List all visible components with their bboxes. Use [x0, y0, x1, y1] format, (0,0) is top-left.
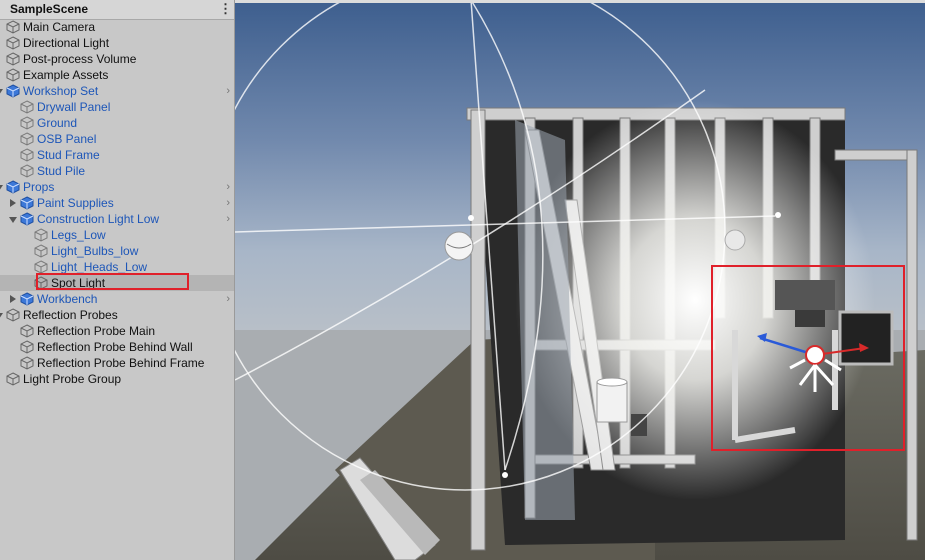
- hierarchy-item-label: OSB Panel: [37, 132, 97, 146]
- cube-blue-icon: [20, 100, 34, 114]
- hierarchy-item[interactable]: Reflection Probes: [0, 307, 234, 323]
- cube-outline-icon: [6, 68, 20, 82]
- hierarchy-item[interactable]: Ground: [0, 115, 234, 131]
- hierarchy-item-label: Props: [23, 180, 55, 194]
- spot-light-gizmo-highlight-box: [711, 265, 905, 451]
- cube-blue-icon: [20, 148, 34, 162]
- cube-blue-icon: [34, 260, 48, 274]
- hierarchy-item-label: Drywall Panel: [37, 100, 111, 114]
- cube-outline-icon: [20, 324, 34, 338]
- hierarchy-item[interactable]: Directional Light: [0, 35, 234, 51]
- hierarchy-item[interactable]: Legs_Low: [0, 227, 234, 243]
- cube-blue-icon: [20, 116, 34, 130]
- hierarchy-item-label: Legs_Low: [51, 228, 106, 242]
- hierarchy-item-label: Reflection Probe Behind Frame: [37, 356, 205, 370]
- hierarchy-item[interactable]: Main Camera: [0, 19, 234, 35]
- cube-blue-icon: [20, 292, 34, 306]
- cube-outline-icon: [6, 308, 20, 322]
- triangle-right-icon[interactable]: [10, 199, 16, 207]
- hierarchy-item-label: Light Probe Group: [23, 372, 122, 386]
- triangle-down-icon[interactable]: [0, 89, 3, 95]
- kebab-menu-icon[interactable]: ⋮: [219, 2, 232, 16]
- triangle-down-icon[interactable]: [9, 217, 17, 223]
- hierarchy-item-label: Reflection Probe Behind Wall: [37, 340, 193, 354]
- triangle-down-icon[interactable]: [0, 185, 3, 191]
- hierarchy-item[interactable]: Post-process Volume: [0, 51, 234, 67]
- cube-blue-icon: [20, 132, 34, 146]
- hierarchy-item[interactable]: Reflection Probe Behind Wall: [0, 339, 234, 355]
- hierarchy-item-label: Reflection Probe Main: [37, 324, 156, 338]
- hierarchy-item[interactable]: Workbench ›: [0, 291, 234, 307]
- hierarchy-item-label: Post-process Volume: [23, 52, 137, 66]
- selection-highlight-box: [36, 273, 189, 290]
- cube-blue-icon: [6, 180, 20, 194]
- cube-outline-icon: [20, 356, 34, 370]
- hierarchy-item-label: Light_Bulbs_low: [51, 244, 139, 258]
- hierarchy-item[interactable]: Light Probe Group: [0, 371, 234, 387]
- hierarchy-item-label: Construction Light Low: [37, 212, 160, 226]
- hierarchy-item-label: Ground: [37, 116, 78, 130]
- hierarchy-item[interactable]: Construction Light Low ›: [0, 211, 234, 227]
- hierarchy-item[interactable]: Paint Supplies ›: [0, 195, 234, 211]
- hierarchy-item-label: Stud Pile: [37, 164, 86, 178]
- hierarchy-item[interactable]: Example Assets: [0, 67, 234, 83]
- hierarchy-item[interactable]: Props ›: [0, 179, 234, 195]
- hierarchy-header[interactable]: SampleScene ⋮: [0, 0, 234, 20]
- scene-view[interactable]: [235, 0, 925, 560]
- cube-outline-icon: [20, 340, 34, 354]
- cube-blue-icon: [6, 84, 20, 98]
- chevron-right-icon[interactable]: ›: [226, 195, 230, 211]
- hierarchy-item[interactable]: Light_Bulbs_low: [0, 243, 234, 259]
- cube-outline-icon: [6, 20, 20, 34]
- cube-blue-icon: [20, 164, 34, 178]
- hierarchy-panel: SampleScene ⋮ Main Camera Directional Lig…: [0, 0, 235, 560]
- hierarchy-item-label: Main Camera: [23, 20, 96, 34]
- chevron-right-icon[interactable]: ›: [226, 291, 230, 307]
- hierarchy-item[interactable]: Reflection Probe Main: [0, 323, 234, 339]
- hierarchy-item[interactable]: Drywall Panel: [0, 99, 234, 115]
- scene-tab-strip: [235, 0, 925, 3]
- hierarchy-item-label: Stud Frame: [37, 148, 100, 162]
- chevron-right-icon[interactable]: ›: [226, 211, 230, 227]
- chevron-right-icon[interactable]: ›: [226, 83, 230, 99]
- hierarchy-item-label: Paint Supplies: [37, 196, 114, 210]
- hierarchy-item-label: Directional Light: [23, 36, 110, 50]
- hierarchy-item[interactable]: Workshop Set ›: [0, 83, 234, 99]
- hierarchy-item[interactable]: Reflection Probe Behind Frame: [0, 355, 234, 371]
- hierarchy-item[interactable]: Stud Frame: [0, 147, 234, 163]
- triangle-right-icon[interactable]: [10, 295, 16, 303]
- chevron-right-icon[interactable]: ›: [226, 179, 230, 195]
- cube-blue-icon: [34, 244, 48, 258]
- cube-outline-icon: [6, 372, 20, 386]
- cube-blue-icon: [20, 212, 34, 226]
- scene-name: SampleScene: [10, 2, 89, 16]
- hierarchy-item-label: Example Assets: [23, 68, 109, 82]
- hierarchy-item[interactable]: Stud Pile: [0, 163, 234, 179]
- cube-outline-icon: [6, 52, 20, 66]
- hierarchy-item-label: Reflection Probes: [23, 308, 118, 322]
- hierarchy-item[interactable]: OSB Panel: [0, 131, 234, 147]
- hierarchy-item-label: Workshop Set: [23, 84, 99, 98]
- triangle-down-icon[interactable]: [0, 313, 3, 319]
- hierarchy-item-label: Workbench: [37, 292, 98, 306]
- cube-outline-icon: [6, 36, 20, 50]
- cube-blue-icon: [34, 228, 48, 242]
- cube-blue-icon: [20, 196, 34, 210]
